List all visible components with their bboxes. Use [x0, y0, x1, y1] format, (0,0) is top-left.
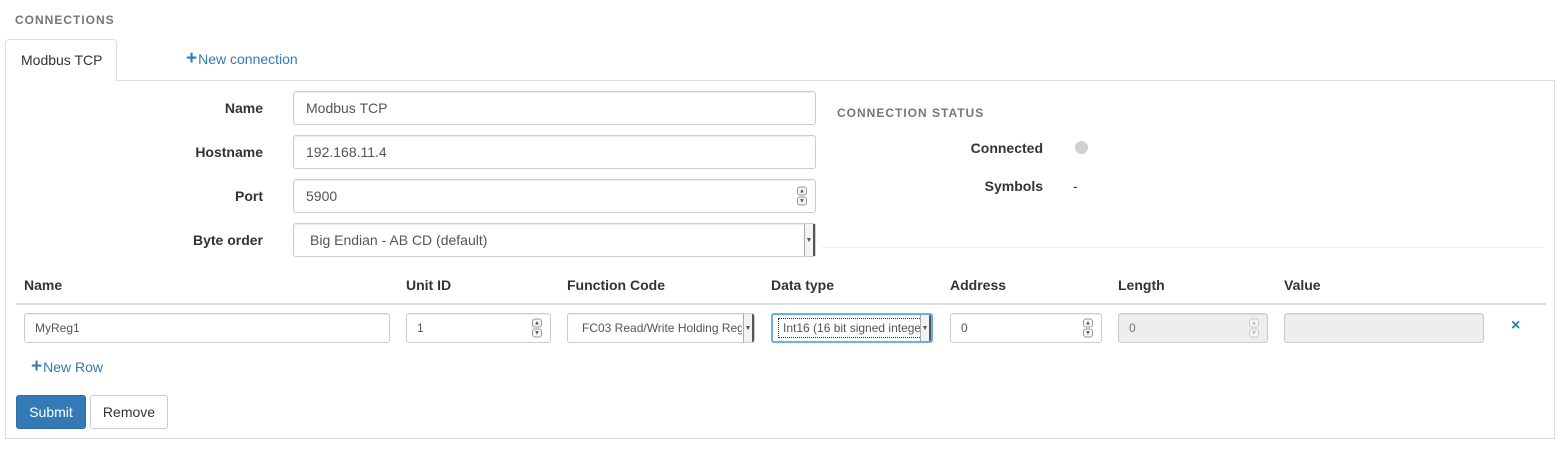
function-code-select[interactable]: FC03 Read/Write Holding Registers ▼ [567, 313, 755, 343]
hostname-input[interactable]: 192.168.11.4 [293, 135, 816, 169]
connection-name-value: Modbus TCP [306, 100, 388, 116]
register-name-input[interactable]: MyReg1 [24, 313, 390, 343]
port-value: 5900 [306, 188, 338, 204]
connection-name-input[interactable]: Modbus TCP [293, 91, 816, 125]
new-connection-label: New connection [198, 51, 298, 67]
port-input[interactable]: 5900 ▲ ▼ [293, 179, 816, 213]
tab-modbus-tcp[interactable]: Modbus TCP [5, 39, 117, 81]
length-spinner: ▲ ▼ [1249, 318, 1259, 338]
spin-up-icon: ▲ [1249, 318, 1259, 328]
unit-id-value: 1 [417, 321, 424, 335]
function-code-value: FC03 Read/Write Holding Registers [582, 321, 742, 335]
spin-up-icon[interactable]: ▲ [532, 318, 542, 328]
spin-down-icon[interactable]: ▼ [532, 328, 542, 338]
length-input: 0 ▲ ▼ [1118, 313, 1268, 343]
unit-id-input[interactable]: 1 ▲ ▼ [406, 313, 551, 343]
submit-button[interactable]: Submit [16, 395, 86, 429]
plus-icon: + [31, 356, 43, 377]
byte-order-value: Big Endian - AB CD (default) [310, 232, 488, 248]
hostname-value: 192.168.11.4 [306, 144, 387, 160]
spin-up-icon[interactable]: ▲ [1083, 318, 1093, 328]
chevron-down-icon: ▼ [920, 315, 931, 341]
unit-id-spinner[interactable]: ▲ ▼ [532, 318, 542, 338]
data-type-value: Int16 (16 bit signed integer) [778, 318, 928, 338]
length-value: 0 [1129, 321, 1136, 335]
address-spinner[interactable]: ▲ ▼ [1083, 318, 1093, 338]
plus-icon: + [186, 48, 198, 69]
value-input [1284, 313, 1484, 343]
new-connection-tab[interactable]: + New connection [186, 48, 298, 69]
remove-row-icon[interactable]: × [1511, 317, 1520, 335]
register-name-value: MyReg1 [35, 321, 80, 335]
tab-label: Modbus TCP [21, 52, 103, 68]
remove-button[interactable]: Remove [90, 395, 168, 429]
spin-down-icon[interactable]: ▼ [1083, 328, 1093, 338]
new-row-label: New Row [43, 359, 104, 375]
address-input[interactable]: 0 ▲ ▼ [950, 313, 1102, 343]
connection-panel [5, 80, 1555, 439]
new-row-button[interactable]: + New Row [31, 356, 104, 377]
port-spinner[interactable]: ▲ ▼ [797, 186, 807, 206]
spin-down-icon: ▼ [1249, 328, 1259, 338]
spin-up-icon[interactable]: ▲ [797, 186, 807, 196]
data-type-select[interactable]: Int16 (16 bit signed integer) ▼ [771, 313, 933, 343]
byte-order-select[interactable]: Big Endian - AB CD (default) ▼ [293, 223, 816, 257]
spin-down-icon[interactable]: ▼ [797, 196, 807, 206]
chevron-down-icon: ▼ [743, 314, 754, 342]
address-value: 0 [961, 321, 968, 335]
connections-section-title: CONNECTIONS [15, 13, 115, 27]
chevron-down-icon: ▼ [804, 224, 815, 256]
